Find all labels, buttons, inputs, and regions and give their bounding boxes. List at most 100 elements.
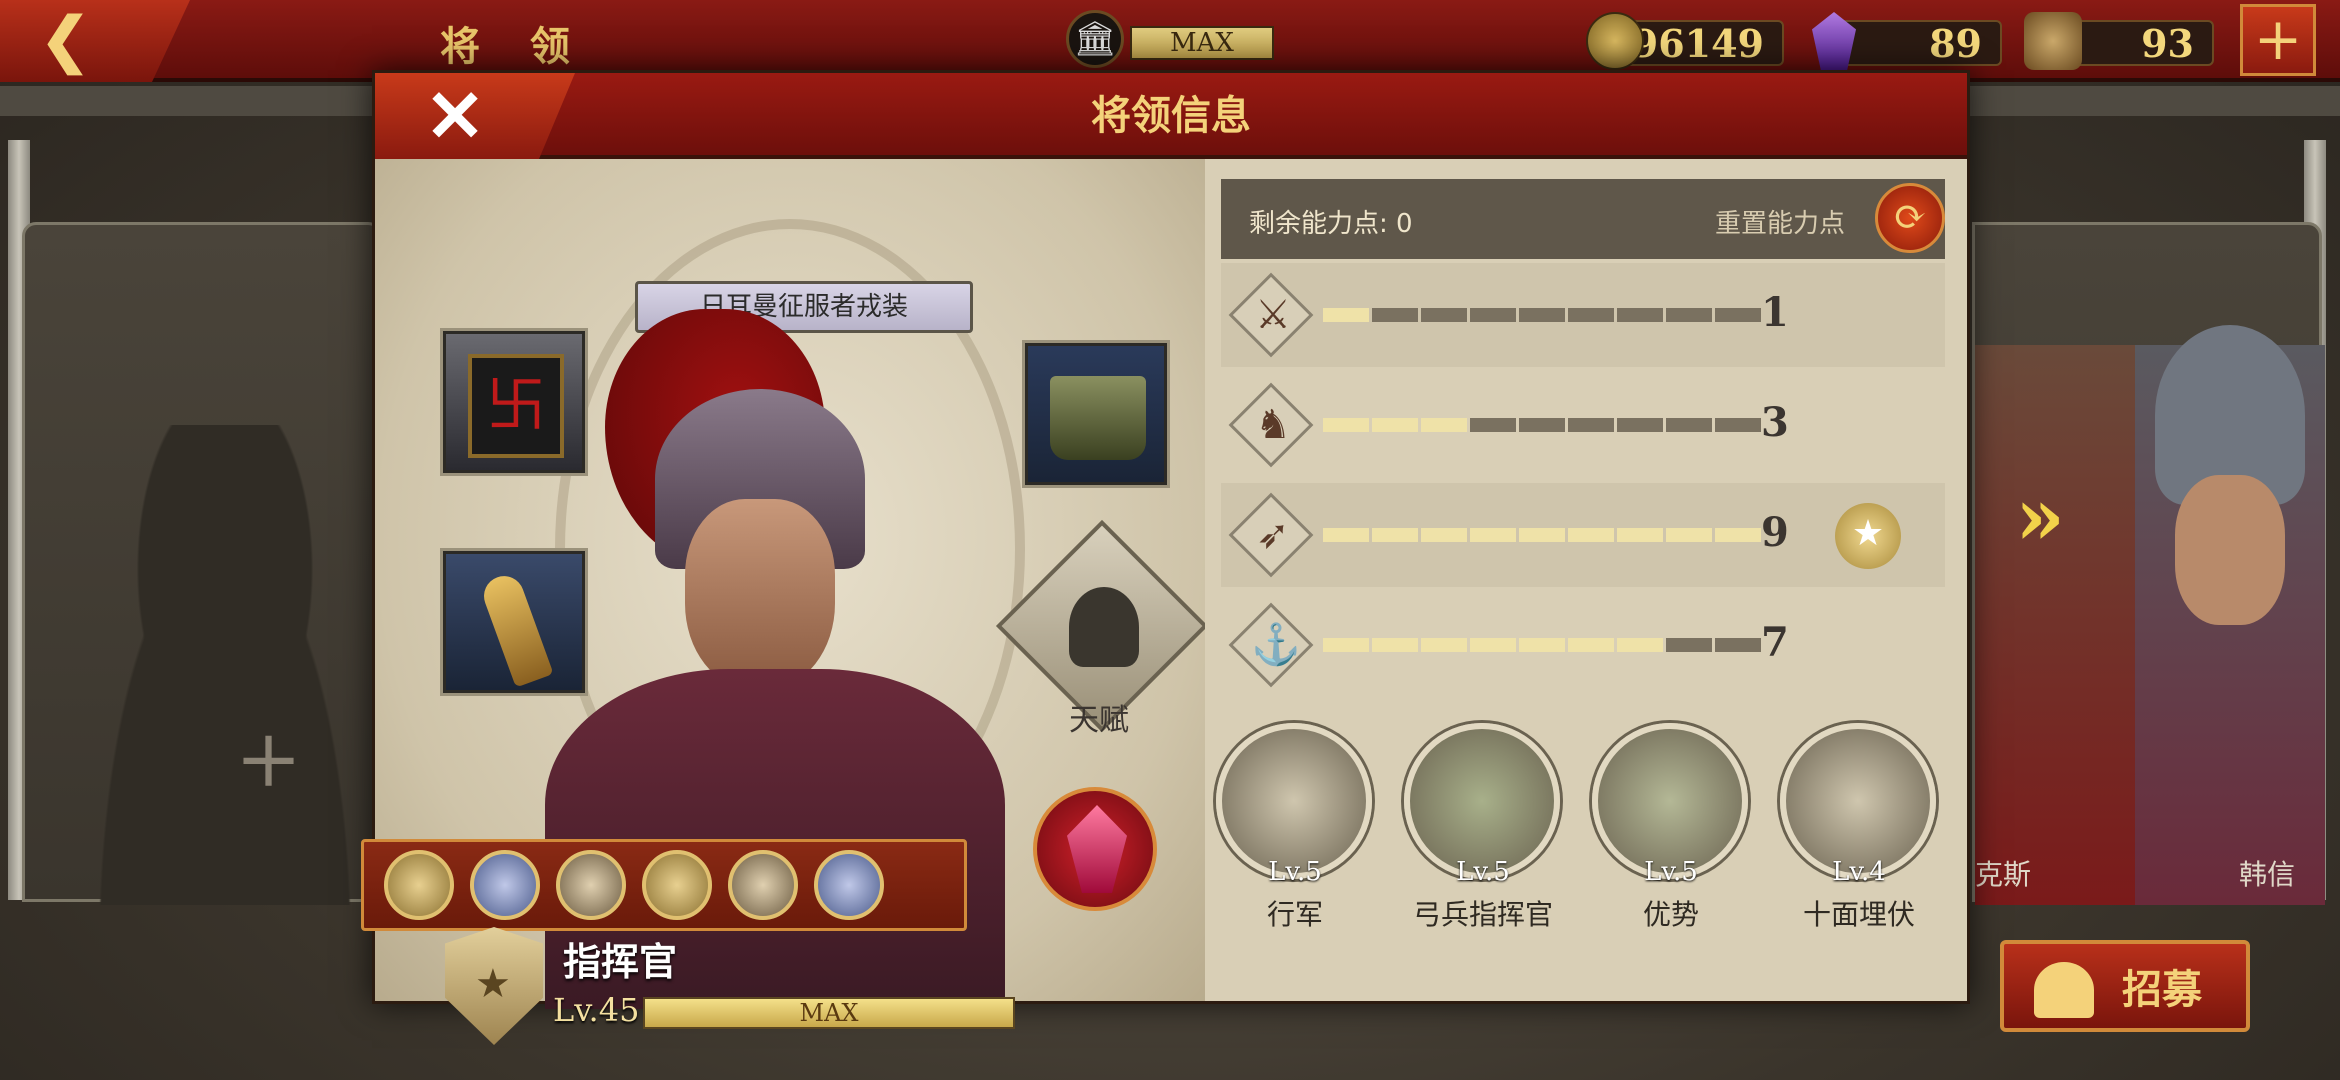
page-title: 将 领 [440,23,588,70]
recruit-button[interactable]: 招募 [2000,940,2250,1032]
ruby-icon [1067,805,1127,893]
stat-segment [1421,418,1467,432]
stat-segment [1323,308,1369,322]
eagle-medal-icon [2024,12,2082,70]
badge-4-icon[interactable] [642,850,712,920]
stat-segment [1421,308,1467,322]
stat-segment [1372,638,1418,652]
anchor-icon-glyph: ⚓ [1251,622,1301,668]
building-level: MAX [1130,26,1274,60]
add-resource-button[interactable]: + [2240,4,2316,76]
rank-name: 指挥官 [563,939,678,984]
skill-4-icon[interactable] [1780,723,1936,879]
stat-segment [1715,308,1761,322]
stat-segment [1323,528,1369,542]
level-text: Lv.45 [553,991,640,1029]
reset-label: 重置能力点 [1715,209,1846,239]
level-bar: MAX [643,997,1015,1029]
stat-segment [1617,528,1663,542]
close-icon: ✕ [424,73,486,158]
badge-3-icon[interactable] [556,850,626,920]
star-icon: ★ [475,961,511,1007]
stat-segment [1617,418,1663,432]
stat-segment [1519,638,1565,652]
stat-segment [1519,308,1565,322]
stat-segment [1666,418,1712,432]
stat-segment [1372,308,1418,322]
general-name-1: 克斯 [1975,858,2032,891]
rank-shield-icon: ★ [445,927,543,1045]
stat-segment [1617,308,1663,322]
stat-segment [1372,418,1418,432]
badge-2-icon[interactable] [470,850,540,920]
add-general-icon[interactable]: + [235,719,302,799]
skill-level: Lv.5 [1268,857,1322,887]
skill-2-icon[interactable] [1404,723,1560,879]
stat-segment [1323,418,1369,432]
dialog-title: 将领信息 [1091,92,1251,139]
medal-value: 93 [2141,20,2194,66]
stat-row-cavalry: ♞ 3 [1221,373,1945,477]
soul-gem-button[interactable] [1033,787,1157,911]
portrait-panel: 日耳曼征服者戎装 卐 天赋 ★ 指挥官 Lv.45 MAX [361,159,1209,1045]
ability-points-bar: 剩余能力点: 0 重置能力点 ⟳ [1221,179,1945,259]
talent-label: 天赋 [1069,703,1129,738]
stat-segment [1519,418,1565,432]
skill-name: 弓兵指挥官 [1412,898,1553,931]
stat-segment [1568,418,1614,432]
stat-value: 9 [1761,509,1789,556]
sword-icon-glyph: ⚔ [1255,292,1291,338]
stat-segment [1568,308,1614,322]
skill-level: Lv.5 [1644,857,1698,887]
stat-value: 7 [1761,619,1789,666]
recruit-label: 招募 [2122,966,2202,1013]
stat-segment [1323,638,1369,652]
general-portrait-right [2135,325,2325,905]
badge-5-icon[interactable] [728,850,798,920]
treasure-slot[interactable] [1025,343,1167,485]
stat-segment [1470,418,1516,432]
general-name-2: 韩信 [2239,858,2296,891]
general-info-dialog: 日耳曼征服者戎装 卐 天赋 ★ 指挥官 Lv.45 MAX 剩余能力点: 0 重… [361,70,1970,1045]
stat-value: 1 [1761,289,1789,336]
skill-level: Lv.4 [1832,857,1886,887]
mastery-star-icon[interactable]: ★ [1835,503,1901,569]
ability-points-label: 剩余能力点: 0 [1249,209,1413,239]
stat-segment [1666,638,1712,652]
stat-segment [1666,528,1712,542]
stat-segment [1568,528,1614,542]
stat-segment [1715,528,1761,542]
back-button[interactable]: ❮ [0,0,190,82]
right-general-slot[interactable]: » 克斯 韩信 [1972,222,2325,905]
building-icon: 🏛 [1066,10,1124,68]
face-icon [685,499,835,689]
dialog-header: 将领信息 ✕ [375,73,1967,159]
stat-segment [1470,528,1516,542]
skill-name: 行军 [1266,898,1323,931]
eagle-scepter-icon [478,570,554,688]
left-general-slot[interactable]: + [22,222,385,905]
stat-row-archer: ➶ 9 ★ [1221,483,1945,587]
bronze-cauldron-icon [1050,376,1146,460]
back-arrow-icon: ❮ [40,5,91,75]
reset-button[interactable]: ⟳ [1875,183,1945,253]
stat-segment [1715,418,1761,432]
stat-row-infantry: ⚔ 1 [1221,263,1945,367]
stat-segment [1372,528,1418,542]
stat-segment [1568,638,1614,652]
skill-3-icon[interactable] [1592,723,1748,879]
gold-coin-icon [1586,12,1644,70]
spartan-helmet-icon [2034,962,2094,1018]
empty-silhouette [65,425,385,905]
skill-1-icon[interactable] [1216,723,1372,879]
next-general-arrow[interactable]: » [2015,469,2065,563]
face-icon [2175,475,2285,625]
stat-segment [1666,308,1712,322]
stat-segment [1519,528,1565,542]
gold-value: 96149 [1631,20,1764,66]
horse-icon-glyph: ♞ [1255,402,1291,448]
stat-segment [1470,308,1516,322]
stat-row-navy: ⚓ 7 [1221,593,1945,697]
badge-6-icon[interactable] [814,850,884,920]
badge-1-icon[interactable] [384,850,454,920]
